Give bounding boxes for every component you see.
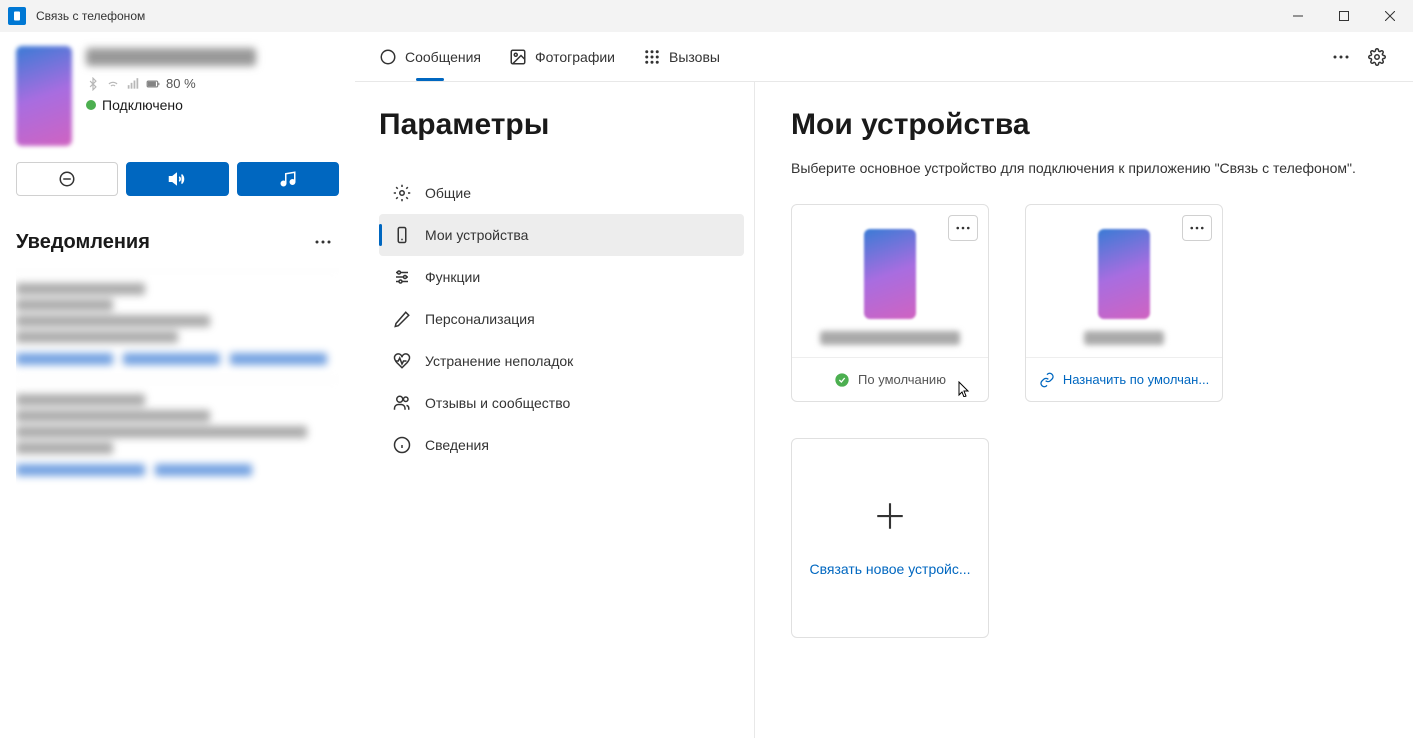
device-thumbnail	[1098, 229, 1150, 319]
gear-icon	[1368, 48, 1386, 66]
connected-label: Подключено	[102, 97, 183, 113]
people-icon	[393, 394, 411, 412]
action-buttons	[16, 162, 339, 196]
check-circle-icon	[834, 372, 850, 388]
settings-button[interactable]	[1361, 41, 1393, 73]
nav-label: Отзывы и сообщество	[425, 395, 570, 411]
page-description: Выберите основное устройство для подключ…	[791, 160, 1377, 176]
tab-label: Сообщения	[405, 49, 481, 65]
card-more-button[interactable]	[948, 215, 978, 241]
dnd-button[interactable]	[16, 162, 118, 196]
window-title: Связь с телефоном	[36, 9, 145, 23]
nav-label: Сведения	[425, 437, 489, 453]
nav-label: Функции	[425, 269, 480, 285]
notifications-header: Уведомления	[16, 226, 339, 258]
settings-nav: Параметры Общие Мои устройства Функции П…	[355, 82, 755, 738]
device-card-name	[1084, 331, 1164, 345]
wifi-icon	[106, 77, 120, 91]
app-icon	[8, 7, 26, 25]
device-card i1[interactable]: Назначить по умолчан...	[1025, 204, 1223, 402]
nav-feedback[interactable]: Отзывы и сообщество	[379, 382, 744, 424]
minimize-button[interactable]	[1275, 0, 1321, 32]
card-footer-assign[interactable]: Назначить по умолчан...	[1026, 357, 1222, 401]
nav-label: Персонализация	[425, 311, 535, 327]
tab-messages[interactable]: Сообщения	[365, 32, 495, 81]
page-title: Мои устройства	[791, 108, 1377, 142]
phone-thumbnail	[16, 46, 72, 146]
top-tabs: Сообщения Фотографии Вызовы	[355, 32, 1413, 82]
nav-personalization[interactable]: Персонализация	[379, 298, 744, 340]
link-icon	[1039, 372, 1055, 388]
plus-icon	[873, 499, 907, 533]
close-button[interactable]	[1367, 0, 1413, 32]
window-controls	[1275, 0, 1413, 32]
assign-label: Назначить по умолчан...	[1063, 372, 1209, 387]
phone-icon	[393, 226, 411, 244]
device-header: 80 % Подключено	[16, 46, 339, 146]
topbar-more-button[interactable]	[1325, 41, 1357, 73]
notifications-list	[16, 268, 339, 738]
link-new-device-card[interactable]: Связать новое устройс...	[791, 438, 989, 638]
nav-features[interactable]: Функции	[379, 256, 744, 298]
nav-label: Общие	[425, 185, 471, 201]
nav-about[interactable]: Сведения	[379, 424, 744, 466]
tab-label: Фотографии	[535, 49, 615, 65]
info-icon	[393, 436, 411, 454]
audio-button[interactable]	[126, 162, 228, 196]
notification-item[interactable]	[16, 268, 339, 379]
nav-label: Устранение неполадок	[425, 353, 573, 369]
battery-icon	[146, 77, 160, 91]
tab-label: Вызовы	[669, 49, 720, 65]
more-horizontal-icon	[1190, 226, 1204, 230]
default-label: По умолчанию	[858, 372, 946, 387]
messages-icon	[379, 48, 397, 66]
device-status-icons: 80 %	[86, 76, 339, 91]
signal-icon	[126, 77, 140, 91]
more-horizontal-icon	[1333, 55, 1349, 59]
tab-photos[interactable]: Фотографии	[495, 32, 629, 81]
maximize-button[interactable]	[1321, 0, 1367, 32]
notifications-more-button[interactable]	[307, 226, 339, 258]
device-card i0[interactable]: По умолчанию	[791, 204, 989, 402]
device-name	[86, 48, 256, 66]
card-more-button[interactable]	[1182, 215, 1212, 241]
left-panel: 80 % Подключено Уведомления	[0, 32, 355, 738]
settings-title: Параметры	[379, 108, 744, 142]
tab-calls[interactable]: Вызовы	[629, 32, 734, 81]
gear-icon	[393, 184, 411, 202]
sliders-icon	[393, 268, 411, 286]
nav-troubleshoot[interactable]: Устранение неполадок	[379, 340, 744, 382]
dnd-icon	[58, 170, 76, 188]
notifications-title: Уведомления	[16, 231, 150, 254]
device-card-name	[820, 331, 960, 345]
heart-pulse-icon	[393, 352, 411, 370]
device-cards: По умолчанию	[791, 204, 1377, 638]
brush-icon	[393, 310, 411, 328]
nav-general[interactable]: Общие	[379, 172, 744, 214]
calls-icon	[643, 48, 661, 66]
music-button[interactable]	[237, 162, 339, 196]
battery-percent: 80 %	[166, 76, 196, 91]
notification-item[interactable]	[16, 379, 339, 490]
nav-label: Мои устройства	[425, 227, 528, 243]
status-dot-icon	[86, 100, 96, 110]
more-horizontal-icon	[315, 240, 331, 244]
nav-my-devices[interactable]: Мои устройства	[379, 214, 744, 256]
photos-icon	[509, 48, 527, 66]
speaker-icon	[168, 170, 186, 188]
main-content: Мои устройства Выберите основное устройс…	[755, 82, 1413, 738]
bluetooth-icon	[86, 77, 100, 91]
music-icon	[279, 170, 297, 188]
card-footer-default: По умолчанию	[792, 357, 988, 401]
device-thumbnail	[864, 229, 916, 319]
link-new-label: Связать новое устройс...	[792, 561, 988, 577]
more-horizontal-icon	[956, 226, 970, 230]
connection-status: Подключено	[86, 97, 339, 113]
titlebar: Связь с телефоном	[0, 0, 1413, 32]
